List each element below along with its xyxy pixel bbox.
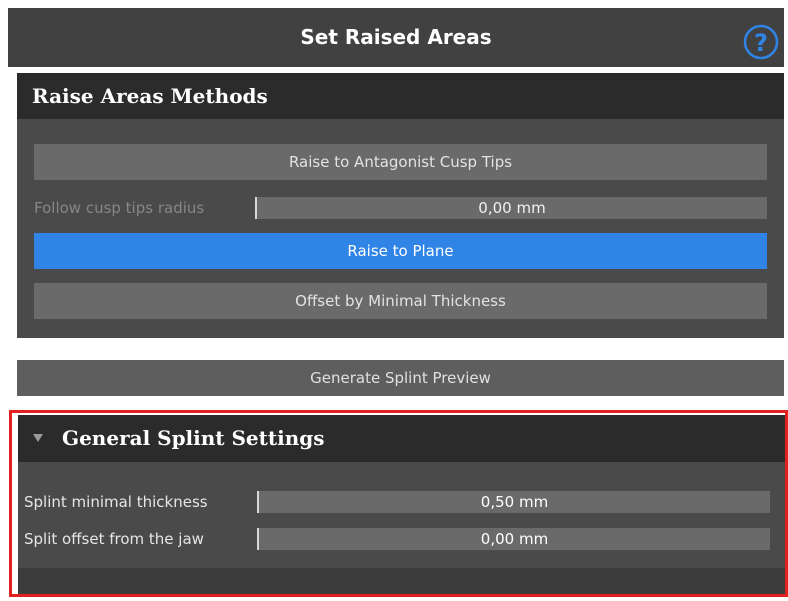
question-circle-icon[interactable]: ?	[743, 24, 779, 60]
splint-minimal-thickness-field[interactable]: 0,50 mm	[257, 491, 770, 513]
svg-text:?: ?	[754, 29, 768, 57]
general-splint-settings-title: General Splint Settings	[62, 426, 325, 450]
section-header: Raise Areas Methods	[17, 73, 784, 119]
general-splint-settings-highlight: General Splint Settings Splint minimal t…	[9, 410, 788, 597]
follow-cusp-tips-radius-field[interactable]: 0,00 mm	[255, 197, 767, 219]
set-raised-areas-dialog: Set Raised Areas ? Raise Areas Methods R…	[0, 0, 788, 601]
split-offset-from-jaw-label: Split offset from the jaw	[24, 530, 204, 548]
dialog-title: Set Raised Areas	[300, 25, 492, 49]
collapse-triangle-icon[interactable]	[33, 434, 43, 442]
splint-minimal-thickness-label: Splint minimal thickness	[24, 493, 208, 511]
offset-by-minimal-thickness-button[interactable]: Offset by Minimal Thickness	[34, 283, 767, 319]
title-bar: Set Raised Areas ?	[8, 8, 784, 67]
section-title: Raise Areas Methods	[32, 84, 268, 108]
general-splint-settings-header[interactable]: General Splint Settings	[18, 415, 785, 462]
raise-to-antagonist-cusp-tips-button[interactable]: Raise to Antagonist Cusp Tips	[34, 144, 767, 180]
general-splint-settings-panel: General Splint Settings Splint minimal t…	[18, 415, 785, 594]
raise-areas-methods-panel: Raise Areas Methods Raise to Antagonist …	[17, 73, 784, 338]
split-offset-from-jaw-field[interactable]: 0,00 mm	[257, 528, 770, 550]
raise-to-plane-button[interactable]: Raise to Plane	[34, 233, 767, 269]
settings-footer	[18, 568, 785, 594]
follow-cusp-tips-radius-label: Follow cusp tips radius	[34, 199, 205, 217]
generate-splint-preview-button[interactable]: Generate Splint Preview	[17, 360, 784, 396]
